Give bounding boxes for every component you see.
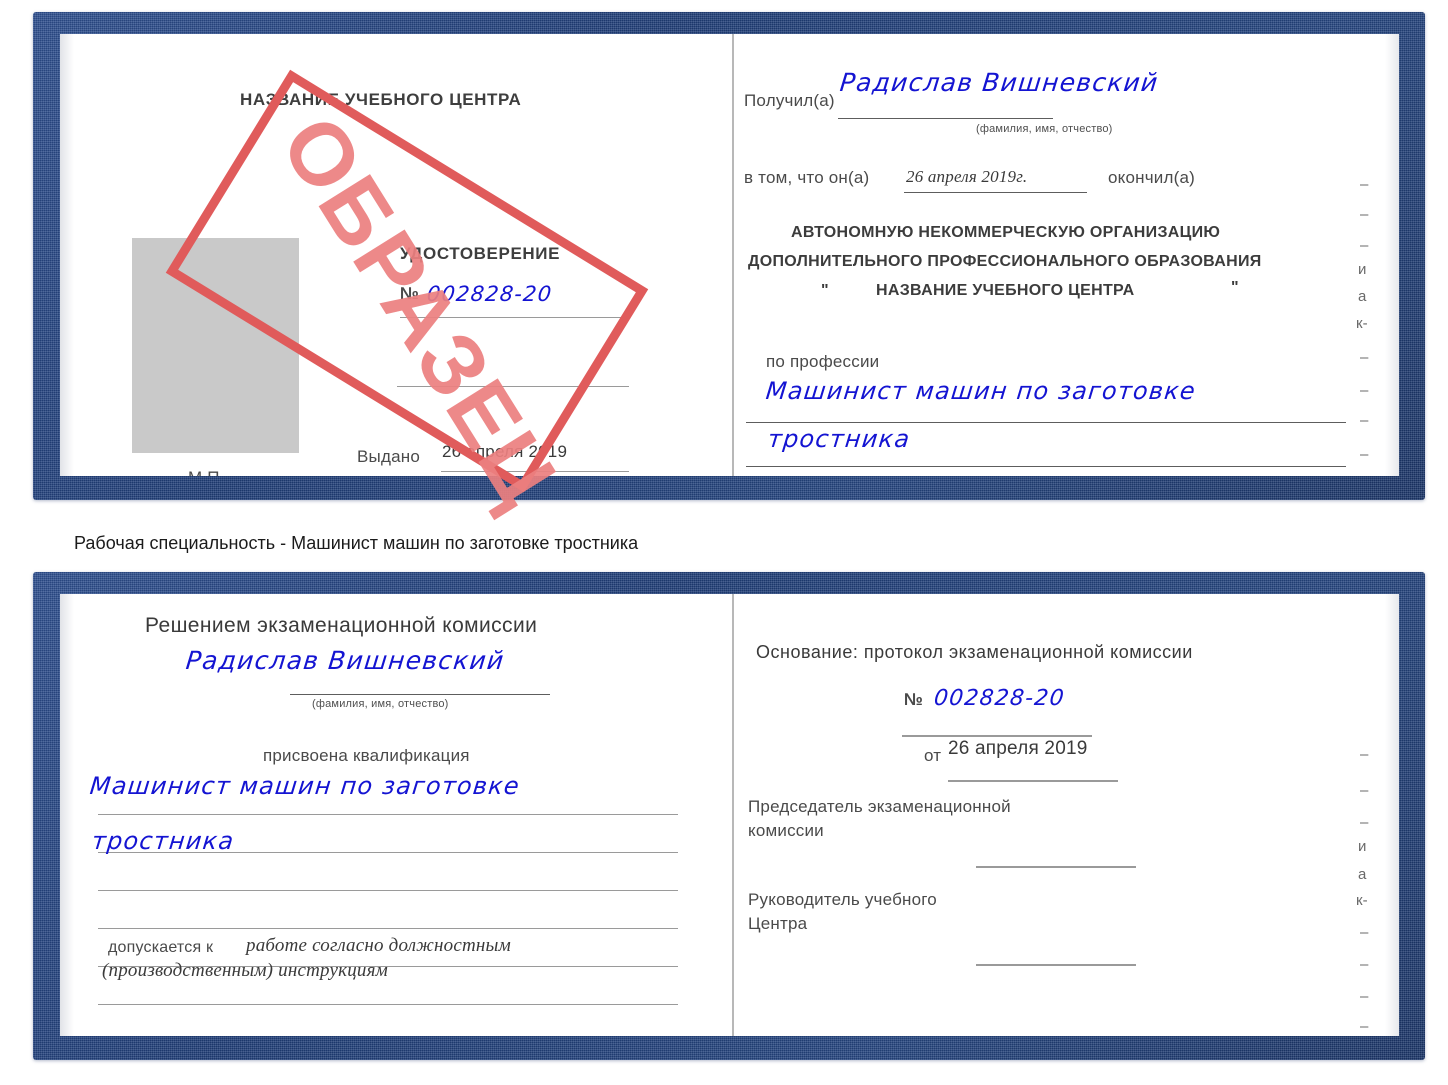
chairman-label-line-1: Председатель экзаменационной	[748, 797, 1011, 816]
book-spine-bottom	[732, 594, 734, 1036]
admitted-label: допускается к	[108, 939, 214, 956]
organization-line-1: АВТОНОМНУЮ НЕКОММЕРЧЕСКУЮ ОРГАНИЗАЦИЮ	[791, 224, 1221, 241]
certificate-bottom-pages: Решением экзаменационной комиссии Радисл…	[60, 594, 1399, 1036]
qualification-rule-3	[98, 890, 678, 891]
admitted-value-line-1: работе согласно должностным	[246, 935, 511, 956]
commission-decision-title: Решением экзаменационной комиссии	[145, 614, 538, 637]
graduate-name-rule	[290, 694, 550, 695]
protocol-from-rule	[948, 780, 1118, 782]
fio-hint-bottom: (фамилия, имя, отчество)	[312, 698, 449, 710]
margin-char: –	[1360, 814, 1369, 831]
received-name-rule	[838, 118, 1053, 119]
certificate-title: УДОСТОВЕРЕНИЕ	[400, 244, 561, 263]
margin-char: –	[1360, 746, 1369, 763]
received-name-value: Радислав Вишневский	[838, 68, 1161, 97]
profession-value-line-1: Машинист машин по заготовке	[764, 377, 1198, 405]
profession-rule-2	[746, 466, 1346, 467]
protocol-number-label: №	[904, 690, 924, 709]
margin-char: –	[1360, 956, 1369, 973]
margin-char: к-	[1356, 315, 1368, 332]
margin-char: и	[1358, 838, 1367, 855]
certificate-top-pages: НАЗВАНИЕ УЧЕБНОГО ЦЕНТРА УДОСТОВЕРЕНИЕ №…	[60, 34, 1399, 476]
margin-char: –	[1360, 176, 1369, 193]
margin-char: –	[1360, 988, 1369, 1005]
in-that-label: в том, что он(а)	[744, 168, 870, 187]
issued-date-rule	[441, 471, 629, 472]
certificate-top-right-page: Получил(а) Радислав Вишневский (фамилия,…	[736, 34, 1399, 476]
completion-date-rule	[904, 192, 1087, 193]
margin-char: –	[1360, 782, 1369, 799]
admitted-rule-1	[98, 1004, 678, 1005]
page-gutter-shadow-left-2	[60, 594, 74, 1036]
seal-label: М.П.	[188, 468, 225, 476]
qualification-value-line-2: тростника	[90, 827, 236, 855]
margin-char: а	[1358, 866, 1367, 883]
finished-label: окончил(а)	[1108, 168, 1195, 187]
certificate-number-rule	[400, 317, 627, 318]
qualification-label: присвоена квалификация	[263, 746, 470, 765]
training-center-name-top: НАЗВАНИЕ УЧЕБНОГО ЦЕНТРА	[240, 90, 522, 109]
page-gutter-shadow-right-2	[1385, 594, 1399, 1036]
margin-char: –	[1360, 382, 1369, 399]
certificate-top-left-page: НАЗВАНИЕ УЧЕБНОГО ЦЕНТРА УДОСТОВЕРЕНИЕ №…	[60, 34, 704, 476]
protocol-from-value: 26 апреля 2019	[948, 738, 1088, 759]
qualification-value-line-1: Машинист машин по заготовке	[88, 772, 522, 800]
figure-caption: Рабочая специальность - Машинист машин п…	[74, 533, 639, 553]
margin-char: –	[1360, 446, 1369, 463]
completion-date-value: 26 апреля 2019г.	[906, 167, 1028, 186]
certificate-number-value: 002828-20	[425, 282, 554, 306]
graduate-name-value: Радислав Вишневский	[184, 646, 507, 675]
certificate-number-label: №	[400, 284, 420, 303]
photo-placeholder	[132, 238, 299, 453]
margin-char: к-	[1356, 892, 1368, 909]
certificate-bottom-right-page: Основание: протокол экзаменационной коми…	[736, 594, 1399, 1036]
organization-quote-open: "	[821, 282, 829, 299]
protocol-number-rule	[902, 735, 1092, 737]
head-signature-rule	[976, 964, 1136, 966]
blank-rule-1	[397, 386, 629, 387]
admitted-value-line-2: (производственным) инструкциям	[102, 960, 388, 981]
margin-char: –	[1360, 206, 1369, 223]
fio-hint-top: (фамилия, имя, отчество)	[976, 123, 1113, 135]
head-label-line-2: Центра	[748, 914, 808, 933]
page-gutter-shadow-left	[60, 34, 74, 476]
certificate-bottom-left-page: Решением экзаменационной комиссии Радисл…	[60, 594, 704, 1036]
certificate-bottom-cover: Решением экзаменационной комиссии Радисл…	[33, 572, 1425, 1060]
organization-line-3: НАЗВАНИЕ УЧЕБНОГО ЦЕНТРА	[876, 282, 1135, 299]
margin-char: –	[1360, 924, 1369, 941]
profession-value-line-2: тростника	[766, 425, 912, 453]
certificate-top-cover: НАЗВАНИЕ УЧЕБНОГО ЦЕНТРА УДОСТОВЕРЕНИЕ №…	[33, 12, 1425, 500]
issued-date-value: 26 апреля 2019	[442, 442, 568, 461]
organization-line-2: ДОПОЛНИТЕЛЬНОГО ПРОФЕССИОНАЛЬНОГО ОБРАЗО…	[748, 253, 1262, 270]
received-label: Получил(а)	[744, 91, 835, 110]
chairman-signature-rule	[976, 866, 1136, 868]
margin-char: –	[1360, 237, 1369, 254]
margin-char: и	[1358, 261, 1367, 278]
profession-rule-1	[746, 422, 1346, 423]
organization-quote-close: "	[1231, 279, 1239, 296]
issued-label: Выдано	[357, 447, 420, 466]
margin-char: –	[1360, 412, 1369, 429]
page-gutter-shadow-right	[1385, 34, 1399, 476]
protocol-number-value: 002828-20	[932, 686, 1067, 711]
profession-label: по профессии	[766, 352, 880, 371]
book-spine-top	[732, 34, 734, 476]
margin-char: а	[1358, 288, 1367, 305]
head-label-line-1: Руководитель учебного	[748, 890, 937, 909]
chairman-label-line-2: комиссии	[748, 821, 824, 840]
margin-char: –	[1360, 1018, 1369, 1035]
qualification-rule-1	[98, 814, 678, 815]
basis-label: Основание: протокол экзаменационной коми…	[756, 642, 1193, 662]
qualification-rule-4	[98, 928, 678, 929]
protocol-from-label: от	[924, 746, 942, 765]
margin-char: –	[1360, 349, 1369, 366]
